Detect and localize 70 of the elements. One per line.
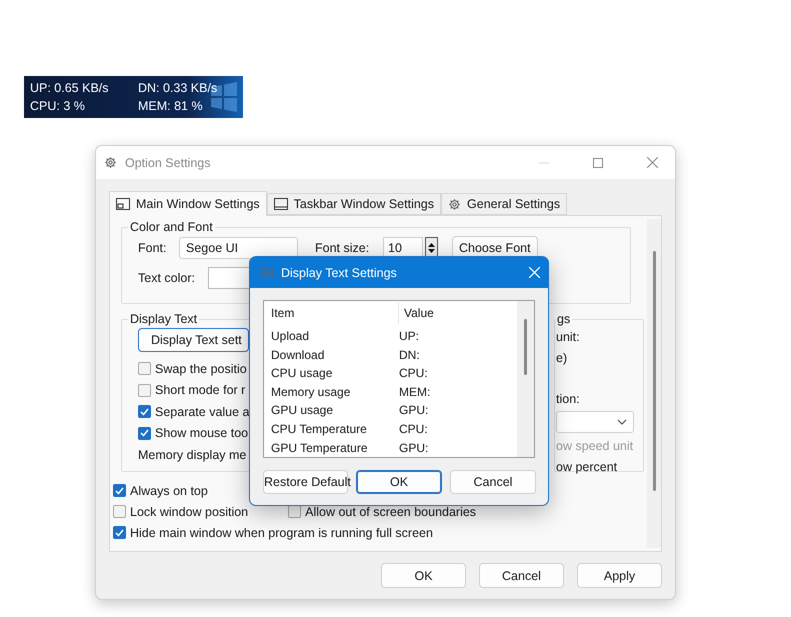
- gear-icon: [104, 156, 117, 169]
- option-label: tion:: [556, 392, 580, 406]
- maximize-icon[interactable]: [593, 158, 603, 168]
- scrollbar[interactable]: [517, 301, 534, 457]
- checkbox-label[interactable]: Separate value a: [155, 404, 250, 419]
- option-label: ow percent: [556, 460, 618, 474]
- list-cell: GPU usage: [271, 403, 334, 418]
- table-icon: [259, 268, 273, 278]
- list-cell: CPU Temperature: [271, 422, 367, 436]
- group-title: gs: [556, 312, 572, 326]
- font-dropdown[interactable]: Segoe UI: [179, 237, 298, 259]
- widget-reading: UP: 0.65 KB/s: [30, 81, 110, 95]
- dialog-button[interactable]: OK: [381, 563, 466, 588]
- font-label: Font:: [138, 241, 168, 255]
- widget-reading: MEM: 81 %: [138, 99, 204, 113]
- group-title: Display Text: [129, 312, 198, 326]
- tab[interactable]: Main Window Settings: [109, 191, 267, 216]
- checkbox[interactable]: [113, 505, 126, 518]
- dialog-button[interactable]: Apply: [577, 563, 662, 588]
- display-text-settings-button[interactable]: Display Text sett: [138, 328, 249, 352]
- tab[interactable]: General Settings: [441, 193, 568, 215]
- checkbox[interactable]: [138, 426, 151, 440]
- list-cell: MEM:: [399, 384, 430, 399]
- checkbox[interactable]: [288, 505, 302, 518]
- list-cell: Memory usage: [271, 384, 350, 399]
- checkbox[interactable]: [138, 362, 151, 376]
- list-cell: Download: [271, 348, 324, 362]
- checkbox-label[interactable]: Hide main window when program is running full screen: [130, 526, 433, 540]
- text-color-label: Text color:: [138, 271, 196, 285]
- list-cell: CPU:: [399, 366, 428, 380]
- checkbox-label[interactable]: Show mouse too: [155, 426, 248, 440]
- list-cell: GPU:: [399, 440, 428, 455]
- checkbox[interactable]: [113, 484, 126, 497]
- dialog-button[interactable]: Cancel: [450, 470, 536, 494]
- column-header[interactable]: Value: [404, 306, 434, 320]
- chevron-down-icon: [617, 419, 627, 425]
- widget-reading: CPU: 3 %: [30, 99, 86, 113]
- gear-icon: [448, 198, 462, 210]
- checkbox-label[interactable]: Allow out of screen boundaries: [305, 504, 476, 518]
- option-label: ow speed unit: [556, 438, 634, 452]
- taskbar-icon: [274, 198, 288, 210]
- checkbox-label[interactable]: Swap the positio: [155, 362, 247, 376]
- scrollbar[interactable]: [647, 219, 661, 548]
- list-cell: CPU:: [399, 422, 428, 436]
- window-icon: [116, 198, 130, 210]
- dialog-button[interactable]: OK: [356, 470, 442, 494]
- widget-reading: DN: 0.33 KB/s: [138, 81, 218, 95]
- tab[interactable]: Taskbar Window Settings: [266, 193, 442, 215]
- dialog-button[interactable]: Cancel: [479, 563, 564, 588]
- checkbox-label[interactable]: Lock window position: [130, 504, 248, 518]
- checkbox-label[interactable]: Always on top: [130, 484, 208, 498]
- close-icon[interactable]: [646, 157, 658, 168]
- checkbox-label[interactable]: Short mode for r: [155, 383, 246, 398]
- list-cell: GPU Temperature: [271, 440, 368, 455]
- option-label: unit:: [556, 330, 580, 344]
- checkbox[interactable]: [138, 384, 151, 397]
- group-title: Color and Font: [129, 220, 214, 234]
- checkbox[interactable]: [113, 526, 126, 539]
- memory-display-label: Memory display me: [138, 448, 246, 462]
- checkbox[interactable]: [138, 405, 151, 418]
- list-cell: GPU:: [399, 403, 428, 418]
- list-cell: UP:: [399, 328, 420, 343]
- option-label: e): [556, 350, 568, 364]
- font-size-label: Font size:: [315, 241, 370, 255]
- list-cell: Upload: [271, 328, 310, 343]
- list-cell: CPU usage: [271, 366, 332, 380]
- window-title: Option Settings: [125, 156, 212, 170]
- dialog-title: Display Text Settings: [281, 266, 398, 280]
- column-header[interactable]: Item: [271, 306, 294, 320]
- list-cell: DN:: [399, 348, 420, 362]
